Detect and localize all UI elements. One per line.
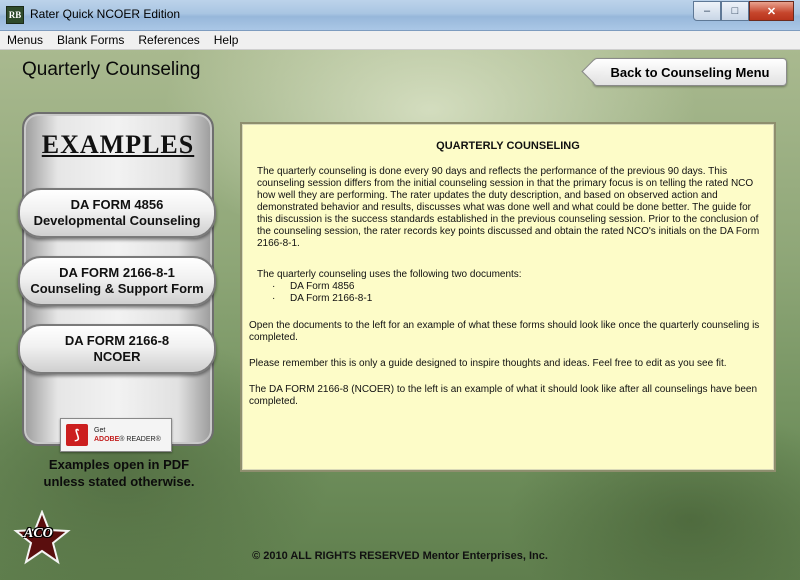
documents-list: · DA Form 4856 · DA Form 2166-8-1 xyxy=(272,281,372,305)
aco-logo-text: ACO xyxy=(24,526,53,541)
window-controls: ‒ □ ✕ xyxy=(693,1,794,21)
menu-references[interactable]: References xyxy=(131,31,206,49)
content-title: QUARTERLY COUNSELING xyxy=(436,140,580,152)
adobe-badge-text: Get ADOBE® READER® xyxy=(94,427,161,443)
examples-title: EXAMPLES xyxy=(41,130,195,159)
menu-blank-forms[interactable]: Blank Forms xyxy=(50,31,131,49)
menu-menus[interactable]: Menus xyxy=(0,31,50,49)
minimize-button[interactable]: ‒ xyxy=(693,1,721,21)
adobe-brand-label: ADOBE xyxy=(94,436,120,443)
content-paragraph-5: The DA FORM 2166-8 (NCOER) to the left i… xyxy=(249,384,758,407)
title-bar: RB Rater Quick NCOER Edition ‒ □ ✕ xyxy=(0,0,800,31)
pdf-note-line1: Examples open in PDF xyxy=(48,457,190,472)
button-line1: DA FORM 2166-8 xyxy=(64,333,170,348)
pdf-note-line2: unless stated otherwise. xyxy=(43,474,195,489)
get-adobe-reader-badge[interactable]: ⟆ Get ADOBE® READER® xyxy=(60,418,172,452)
button-line2: NCOER xyxy=(93,349,141,364)
menu-help[interactable]: Help xyxy=(207,31,246,49)
adobe-get-label: Get xyxy=(94,427,106,434)
maximize-button[interactable]: □ xyxy=(721,1,749,21)
pdf-note: Examples open in PDF unless stated other… xyxy=(24,456,214,490)
adobe-product-label: READER xyxy=(126,436,156,443)
button-line1: DA FORM 4856 xyxy=(70,197,164,212)
button-line2: Developmental Counseling xyxy=(33,213,201,228)
main-area: Quarterly Counseling Back to Counseling … xyxy=(0,50,800,580)
content-paragraph-1: The quarterly counseling is done every 9… xyxy=(257,166,760,249)
copyright-text: © 2010 ALL RIGHTS RESERVED Mentor Enterp… xyxy=(252,550,548,562)
content-panel: QUARTERLY COUNSELING The quarterly couns… xyxy=(240,122,776,472)
menu-bar: Menus Blank Forms References Help xyxy=(0,31,800,50)
window-title: Rater Quick NCOER Edition xyxy=(30,7,181,21)
examples-panel: EXAMPLES DA FORM 4856 Developmental Coun… xyxy=(18,112,216,446)
close-button[interactable]: ✕ xyxy=(749,1,794,21)
content-paragraph-4: Please remember this is only a guide des… xyxy=(249,358,727,369)
content-paragraph-3: Open the documents to the left for an ex… xyxy=(249,320,760,343)
da-form-2166-8-1-button[interactable]: DA FORM 2166-8-1 Counseling & Support Fo… xyxy=(18,256,216,306)
da-form-2166-8-button[interactable]: DA FORM 2166-8 NCOER xyxy=(18,324,216,374)
button-line1: DA FORM 2166-8-1 xyxy=(59,265,175,280)
button-line2: Counseling & Support Form xyxy=(30,281,204,296)
back-to-counseling-menu-button[interactable]: Back to Counseling Menu xyxy=(593,58,787,86)
app-icon: RB xyxy=(6,6,24,24)
da-form-4856-button[interactable]: DA FORM 4856 Developmental Counseling xyxy=(18,188,216,238)
adobe-pdf-icon: ⟆ xyxy=(66,424,88,446)
list-item: · DA Form 4856 xyxy=(272,281,355,292)
content-paragraph-2: The quarterly counseling uses the follow… xyxy=(257,269,522,280)
page-title: Quarterly Counseling xyxy=(22,59,201,80)
list-item: · DA Form 2166-8-1 xyxy=(272,293,373,304)
